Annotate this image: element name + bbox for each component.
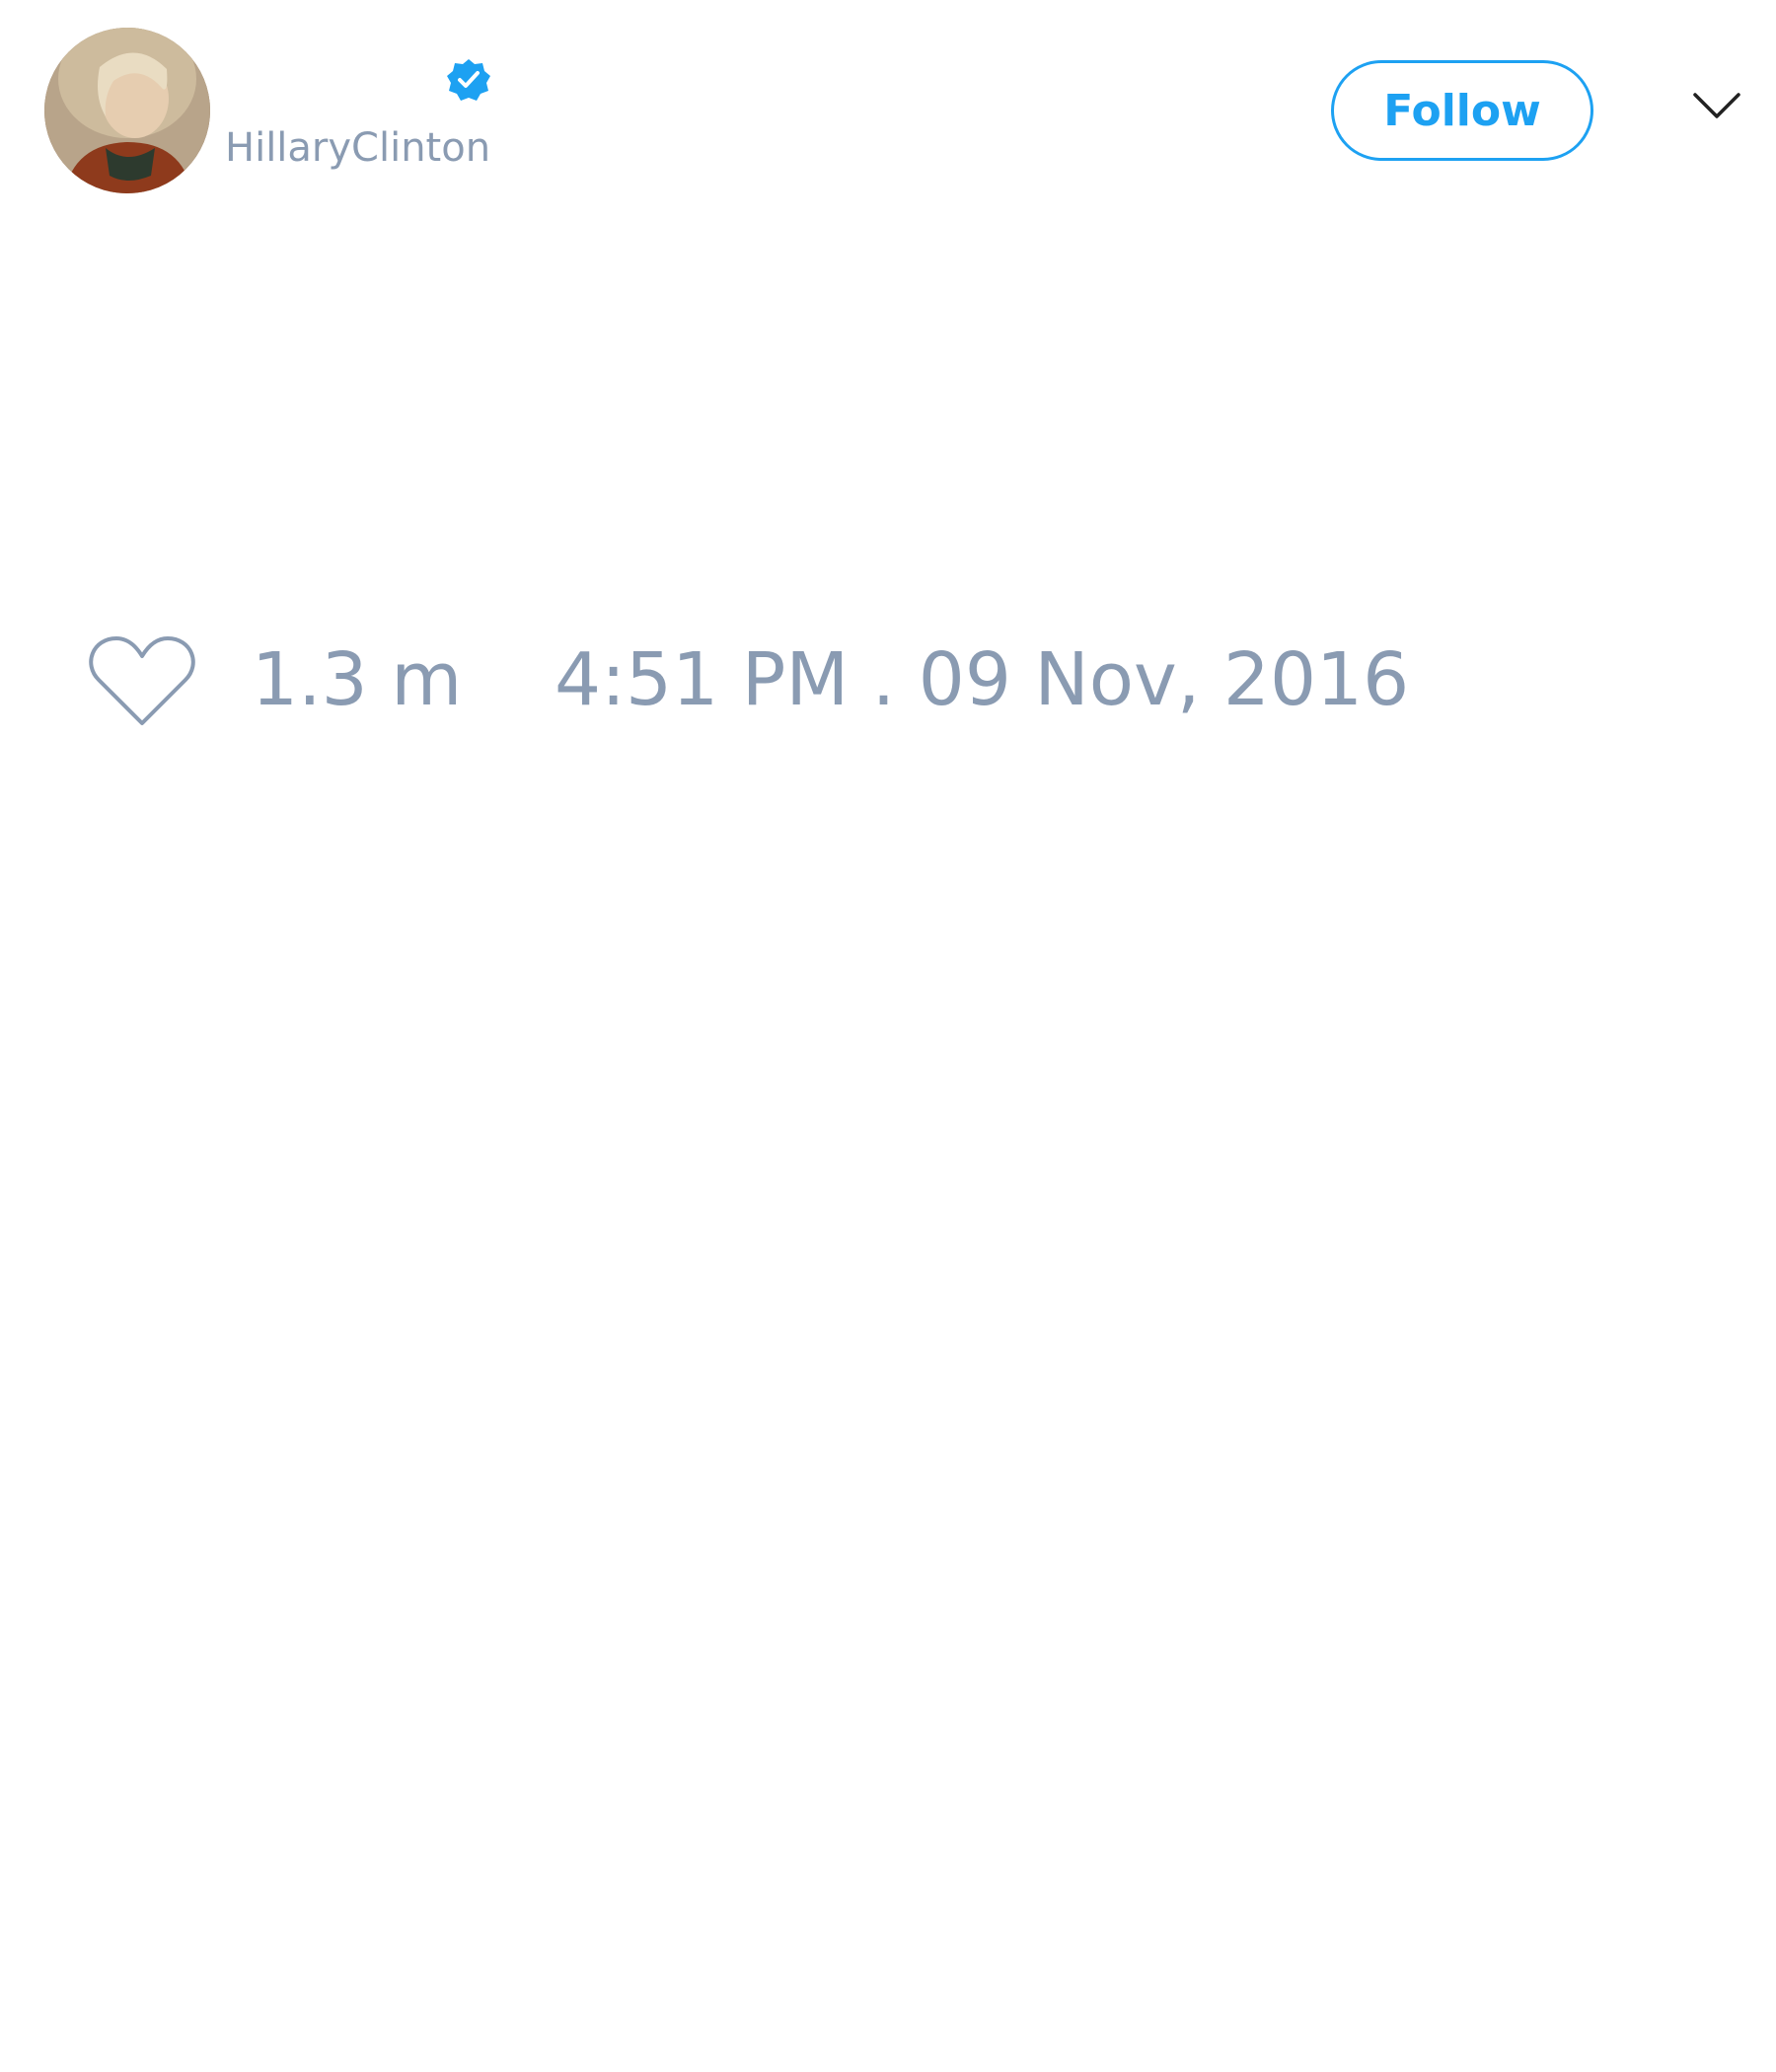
heart-icon[interactable] [89, 634, 195, 729]
user-handle[interactable]: HillaryClinton [225, 128, 490, 168]
tweet-timestamp[interactable]: 4:51 PM . 09 Nov, 2016 [555, 643, 1409, 716]
verified-badge-icon [447, 59, 490, 101]
follow-button[interactable]: Follow [1331, 60, 1593, 161]
chevron-down-icon[interactable] [1693, 91, 1740, 122]
avatar[interactable] [44, 28, 210, 193]
like-count: 1.3 m [252, 637, 463, 722]
